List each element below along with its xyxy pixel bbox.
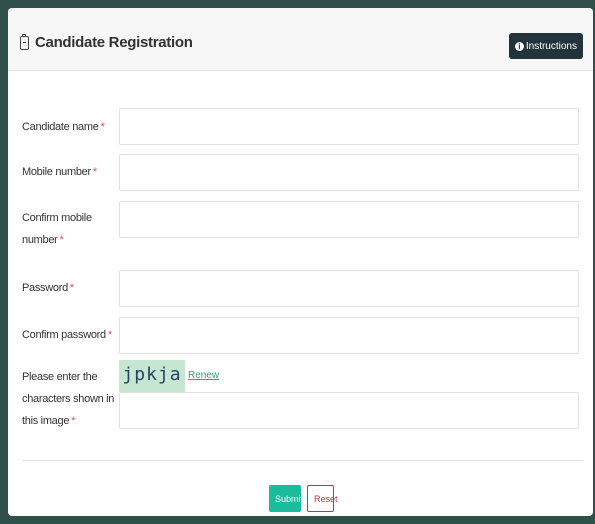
clipboard-icon [20, 33, 29, 50]
instructions-label: Instructions [525, 40, 577, 52]
page-title: Candidate Registration [35, 34, 193, 51]
candidate-name-label: Candidate name * [22, 121, 105, 133]
candidate-name-input[interactable] [119, 108, 579, 145]
registration-card: Candidate Registration i Instructions Ca… [8, 8, 593, 516]
title-wrap: Candidate Registration [20, 33, 193, 51]
captcha-input[interactable] [119, 392, 579, 429]
confirm-mobile-label: Confirm mobile number * [22, 212, 92, 246]
confirm-mobile-input[interactable] [119, 201, 579, 238]
info-icon: i [514, 41, 524, 51]
captcha-image: jpkja [119, 360, 185, 392]
password-input[interactable] [119, 270, 579, 307]
submit-button[interactable]: Submit [269, 485, 303, 512]
renew-captcha-link[interactable]: Renew [188, 370, 219, 381]
captcha-label: Please enter the characters shown in thi… [22, 371, 115, 427]
confirm-password-input[interactable] [119, 317, 579, 354]
mobile-number-input[interactable] [119, 154, 579, 191]
reset-button[interactable]: Reset [307, 485, 338, 512]
password-label: Password * [22, 282, 74, 294]
card-header: Candidate Registration i Instructions [8, 8, 593, 71]
form-divider [22, 460, 583, 461]
confirm-password-label: Confirm password * [22, 329, 112, 341]
mobile-number-label: Mobile number * [22, 166, 97, 178]
instructions-button[interactable]: i Instructions [508, 33, 583, 59]
